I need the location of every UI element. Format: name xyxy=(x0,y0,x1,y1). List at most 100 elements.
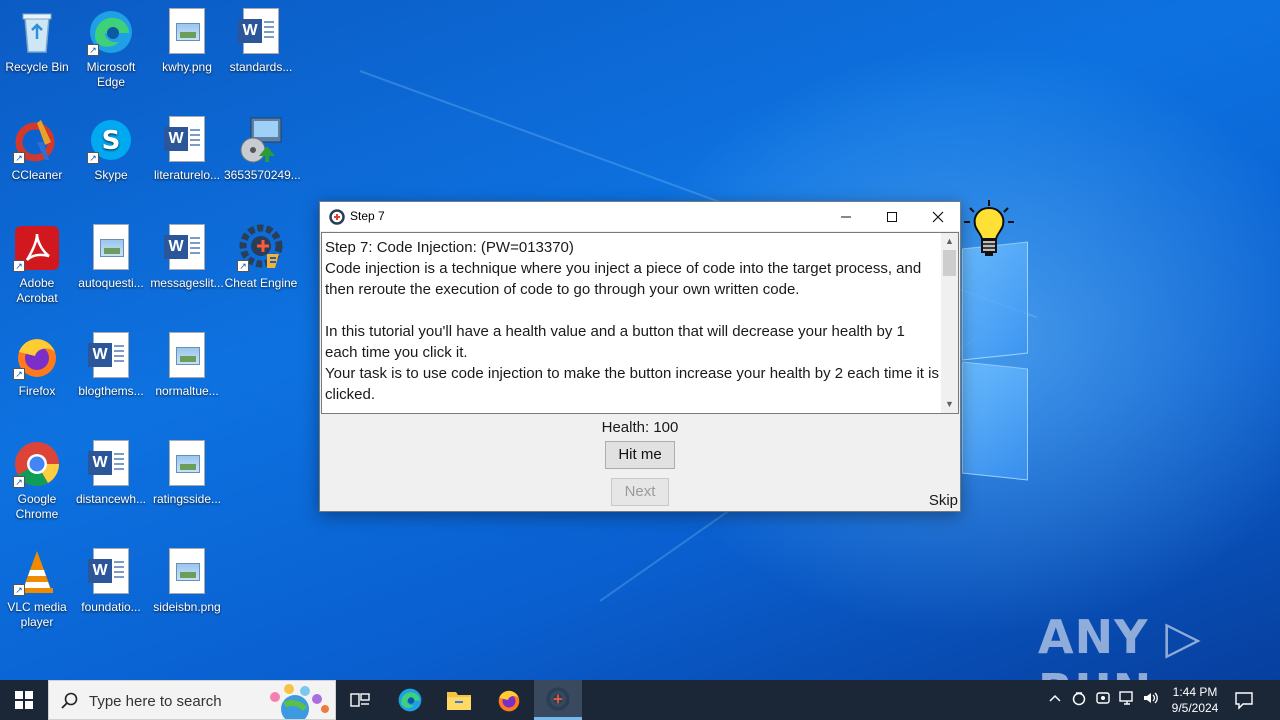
word-doc-icon: W xyxy=(163,224,211,272)
task-view-icon xyxy=(350,693,370,707)
desktop-icon-messageslit[interactable]: W messageslit... xyxy=(150,224,224,291)
tray-network-icon[interactable] xyxy=(1118,690,1136,710)
action-center-button[interactable] xyxy=(1234,690,1256,710)
desktop-icon-autoquesti[interactable]: autoquesti... xyxy=(74,224,148,291)
edge-icon: ↗ xyxy=(87,8,135,56)
desktop-icon-cheat-engine[interactable]: ↗ Cheat Engine xyxy=(224,224,298,291)
desktop-icon-foundatio[interactable]: W foundatio... xyxy=(74,548,148,615)
taskbar-edge[interactable] xyxy=(386,680,434,720)
desktop-icon-vlc[interactable]: ↗ VLC media player xyxy=(0,548,74,630)
taskbar-file-explorer[interactable] xyxy=(435,680,483,720)
image-file-icon xyxy=(163,548,211,596)
image-file-icon xyxy=(87,224,135,272)
taskbar-firefox[interactable] xyxy=(485,680,533,720)
desktop-icon-label: Firefox xyxy=(18,384,56,398)
task-view-button[interactable] xyxy=(336,680,384,720)
cheat-engine-icon: ↗ xyxy=(237,224,285,272)
shortcut-arrow-icon: ↗ xyxy=(13,260,25,272)
scrollbar-thumb[interactable] xyxy=(943,250,956,276)
image-file-icon xyxy=(163,440,211,488)
next-button[interactable]: Next xyxy=(611,478,669,506)
desktop-icon-ratingsside[interactable]: ratingsside... xyxy=(150,440,224,507)
taskbar-search-box[interactable]: Type here to search xyxy=(48,680,336,720)
desktop-icon-firefox[interactable]: ↗ Firefox xyxy=(0,332,74,399)
cheat-engine-app-icon xyxy=(329,209,345,225)
ccleaner-icon: ↗ xyxy=(13,116,61,164)
word-doc-icon: W xyxy=(163,116,211,164)
desktop-icon-installer[interactable]: 3653570249... xyxy=(224,116,301,183)
desktop-icon-google-chrome[interactable]: ↗ Google Chrome xyxy=(0,440,74,522)
desktop-icon-label: ratingsside... xyxy=(152,492,222,506)
tutorial-text: Step 7: Code Injection: (PW=013370) Code… xyxy=(325,239,939,403)
search-highlight-icon xyxy=(270,684,329,719)
meet-now-icon xyxy=(1096,692,1110,704)
taskbar-clock[interactable]: 1:44 PM 9/5/2024 xyxy=(1164,684,1226,716)
desktop-icon-microsoft-edge[interactable]: ↗ Microsoft Edge xyxy=(74,8,148,90)
word-doc-icon: W xyxy=(87,440,135,488)
word-doc-icon: W xyxy=(87,548,135,596)
notification-icon xyxy=(1235,692,1253,710)
window-titlebar[interactable]: Step 7 xyxy=(320,202,960,231)
clock-date: 9/5/2024 xyxy=(1171,701,1219,715)
clock-time: 1:44 PM xyxy=(1172,685,1218,699)
close-button[interactable] xyxy=(915,202,961,231)
tray-volume-icon[interactable] xyxy=(1142,690,1160,710)
volume-icon xyxy=(1144,692,1158,704)
show-hidden-icons-button[interactable] xyxy=(1046,690,1064,710)
desktop-icon-label: autoquesti... xyxy=(78,276,144,290)
desktop-icon-label: normaltue... xyxy=(155,384,219,398)
desktop-icon-label: 3653570249... xyxy=(224,168,301,182)
desktop-icon-label: VLC media player xyxy=(7,600,67,629)
scroll-up-icon[interactable]: ▲ xyxy=(941,233,958,250)
edge-icon xyxy=(398,688,422,712)
search-icon xyxy=(61,692,78,709)
minimize-icon xyxy=(841,216,851,217)
word-doc-icon: W xyxy=(237,8,285,56)
desktop-icon-adobe-acrobat[interactable]: ↗ Adobe Acrobat xyxy=(0,224,74,306)
shortcut-arrow-icon: ↗ xyxy=(13,368,25,380)
search-placeholder: Type here to search xyxy=(89,693,222,710)
watermark-logo: ANY ▷ RUN xyxy=(1038,610,1202,680)
desktop-icon-normaltue[interactable]: normaltue... xyxy=(150,332,224,399)
tray-app-icon[interactable] xyxy=(1070,690,1088,710)
desktop-icon-skype[interactable]: S ↗ Skype xyxy=(74,116,148,183)
windows-logo-icon xyxy=(15,691,33,709)
skip-link[interactable]: Skip xyxy=(929,492,958,509)
desktop-icon-kwhy[interactable]: kwhy.png xyxy=(150,8,224,75)
acrobat-icon: ↗ xyxy=(13,224,61,272)
taskbar-cheat-engine[interactable] xyxy=(534,680,582,720)
desktop-icon-literaturelo[interactable]: W literaturelo... xyxy=(150,116,224,183)
desktop-icon-label: Google Chrome xyxy=(15,492,59,521)
firefox-icon xyxy=(498,690,520,712)
taskbar: Type here to search 1:44 PM 9/5/2024 xyxy=(0,680,1280,720)
word-doc-icon: W xyxy=(87,332,135,380)
desktop-icon-ccleaner[interactable]: ↗ CCleaner xyxy=(0,116,74,183)
maximize-button[interactable] xyxy=(869,202,915,231)
vertical-scrollbar[interactable]: ▲ ▼ xyxy=(941,233,958,413)
shortcut-arrow-icon: ↗ xyxy=(237,260,249,272)
wallpaper-logo-pane xyxy=(962,361,1028,481)
desktop-icon-label: blogthems... xyxy=(78,384,144,398)
desktop-icon-sideisbn[interactable]: sideisbn.png xyxy=(150,548,224,615)
shortcut-arrow-icon: ↗ xyxy=(13,584,25,596)
desktop-icon-label: messageslit... xyxy=(150,276,224,290)
desktop-icon-distancewh[interactable]: W distancewh... xyxy=(74,440,148,507)
desktop-icon-blogthems[interactable]: W blogthems... xyxy=(74,332,148,399)
tutorial-text-area[interactable]: Step 7: Code Injection: (PW=013370) Code… xyxy=(321,232,959,414)
desktop-icon-label: foundatio... xyxy=(81,600,141,614)
desktop-icon-label: Recycle Bin xyxy=(5,60,69,74)
shortcut-arrow-icon: ↗ xyxy=(13,476,25,488)
svg-text:S: S xyxy=(102,126,121,156)
hit-me-button[interactable]: Hit me xyxy=(605,441,675,469)
desktop-icon-standards[interactable]: W standards... xyxy=(224,8,298,75)
minimize-button[interactable] xyxy=(823,202,869,231)
image-file-icon xyxy=(163,332,211,380)
desktop-icon-label: literaturelo... xyxy=(153,168,221,182)
tray-meet-icon[interactable] xyxy=(1094,690,1112,710)
lightbulb-icon xyxy=(962,198,1016,266)
scroll-down-icon[interactable]: ▼ xyxy=(941,396,958,413)
desktop-icon-recycle-bin[interactable]: Recycle Bin xyxy=(0,8,74,75)
maximize-icon xyxy=(887,211,897,222)
desktop-icon-label: standards... xyxy=(229,60,293,74)
start-button[interactable] xyxy=(0,680,48,720)
